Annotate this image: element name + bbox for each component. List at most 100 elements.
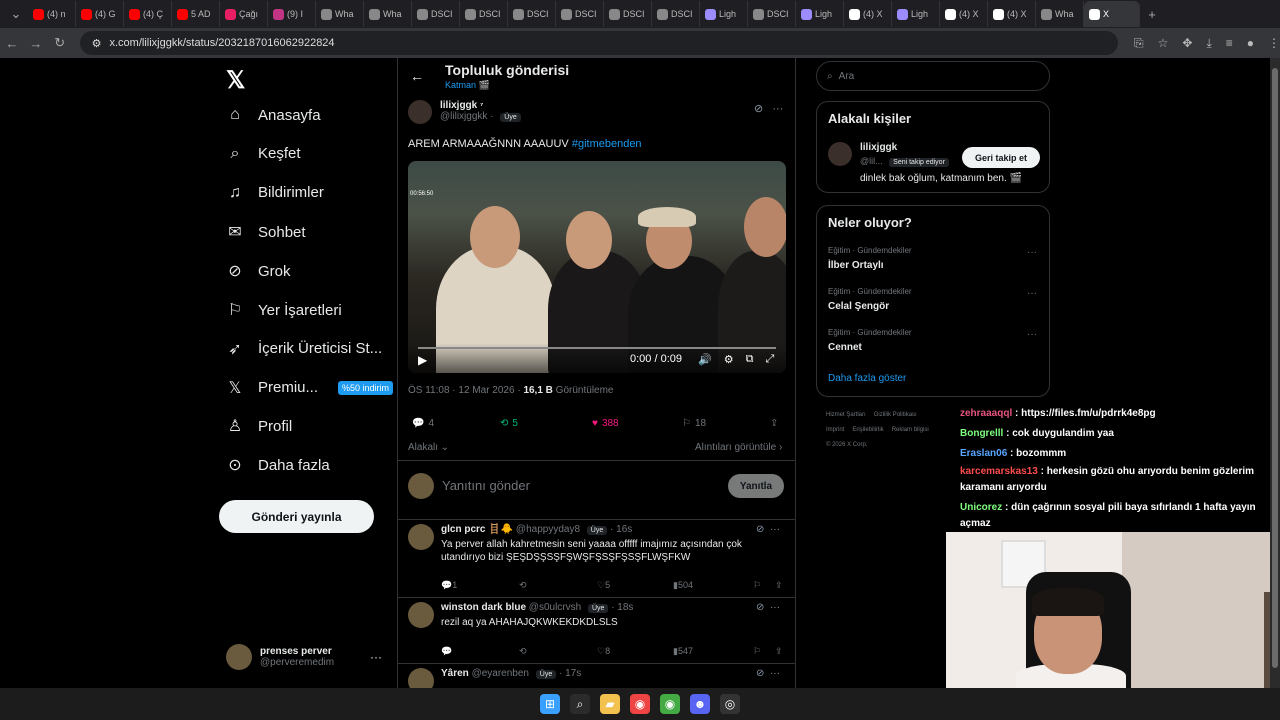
browser-tab[interactable]: DSCI — [652, 1, 700, 27]
media-icon[interactable]: ≡ — [1226, 36, 1233, 51]
forward-arrow-icon[interactable]: → — [24, 36, 48, 51]
like-action[interactable]: ♥ 388 — [592, 418, 619, 429]
browser-tab[interactable]: Çağı — [220, 1, 268, 27]
fullscreen-icon[interactable]: ⤢ — [765, 353, 774, 366]
footer-link[interactable]: Gizlilik Politikası — [874, 412, 917, 418]
search-icon[interactable]: ⌕ — [570, 694, 590, 714]
bookmark-icon[interactable]: ⚐ — [753, 646, 761, 657]
reply-action[interactable]: 💬 4 — [412, 418, 434, 429]
bookmark-star-icon[interactable]: ☆ — [1158, 36, 1169, 51]
avatar[interactable] — [408, 602, 434, 628]
pip-icon[interactable]: ⧉ — [746, 353, 754, 366]
folder-icon[interactable]: ▰ — [600, 694, 620, 714]
url-input[interactable]: ⚙ x.com/lilixjggkk/status/20321870160629… — [79, 31, 1118, 55]
browser-tab[interactable]: DSCI — [412, 1, 460, 27]
browser-tab[interactable]: (9) I — [268, 1, 316, 27]
browser-tab[interactable]: Ligh — [892, 1, 940, 27]
person-handle[interactable]: @lil... — [860, 156, 883, 166]
new-tab-icon[interactable]: + — [1140, 7, 1164, 22]
share-icon[interactable]: ⇪ — [770, 418, 778, 429]
grok-icon[interactable]: ⊘ — [756, 524, 764, 535]
bookmark-action[interactable]: ⚐ 18 — [682, 418, 706, 429]
nav-item[interactable]: ⌕ Keşfet — [226, 145, 301, 163]
grok-icon[interactable]: ⊘ — [756, 602, 764, 613]
nav-item[interactable]: ♫ Bildirimler — [226, 184, 324, 202]
nav-item[interactable]: ⌂ Anasayfa — [226, 106, 320, 124]
browser-tab[interactable]: (4) G — [76, 1, 124, 27]
obs-icon[interactable]: ◎ — [720, 694, 740, 714]
chrome-icon[interactable]: ◉ — [660, 694, 680, 714]
reply-time[interactable]: · 16s — [610, 524, 632, 535]
more-dots-icon[interactable]: ··· — [1027, 329, 1037, 340]
more-dots-icon[interactable]: ··· — [772, 103, 783, 115]
footer-link[interactable]: Hizmet Şartları — [826, 412, 866, 418]
more-dots-icon[interactable]: ··· — [1027, 288, 1037, 299]
nav-item[interactable]: ⚐ Yer İşaretleri — [226, 300, 342, 320]
footer-link[interactable]: © 2026 X Corp. — [826, 442, 867, 448]
reply-input[interactable]: Yanıtını gönder — [442, 478, 530, 493]
sort-relevant[interactable]: Alakalı ⌄ — [408, 442, 449, 453]
repost-action[interactable]: ⟲ 5 — [500, 418, 518, 429]
share-icon[interactable]: ⇪ — [775, 580, 783, 591]
volume-icon[interactable]: 🔊 — [698, 353, 712, 366]
avatar[interactable] — [408, 100, 432, 124]
share-icon[interactable]: ⇪ — [775, 646, 783, 657]
browser-tab[interactable]: DSCI — [460, 1, 508, 27]
video-progress-bar[interactable] — [418, 347, 776, 349]
footer-link[interactable]: Erişilebilirlik — [852, 427, 883, 433]
profile-icon[interactable]: ● — [1247, 36, 1254, 51]
reply-icon[interactable]: 💬 1 — [441, 580, 457, 591]
footer-link[interactable]: Imprint — [826, 427, 844, 433]
windows-icon[interactable]: ⊞ — [540, 694, 560, 714]
more-dots-icon[interactable]: ··· — [1027, 247, 1037, 258]
quotes-link[interactable]: Alıntıları görüntüle › — [695, 442, 782, 453]
reply-icon[interactable]: 💬 — [441, 646, 452, 657]
scrollbar[interactable] — [1270, 58, 1280, 688]
browser-tab[interactable]: DSCI — [748, 1, 796, 27]
reply-author-handle[interactable]: @happyyday8 — [516, 524, 580, 535]
reply-author-name[interactable]: winston dark blue — [441, 602, 526, 613]
browser-tab[interactable]: Wha — [1036, 1, 1084, 27]
account-switcher[interactable]: prenses perver @perveremedim ··· — [226, 644, 382, 670]
author-handle[interactable]: @lilixjggkk — [440, 111, 487, 122]
trend-item[interactable]: Eğitim · Gündemdekiler İlber Ortaylı — [828, 246, 912, 271]
nav-item[interactable]: 𝕏 Premiu... %50 indirim — [226, 378, 394, 398]
more-dots-icon[interactable]: ··· — [770, 524, 780, 535]
back-arrow-icon[interactable]: ← — [0, 36, 24, 51]
reply-author-name[interactable]: glcn pcrc 🪜🐥 — [441, 524, 513, 535]
browser-tab[interactable]: DSCI — [556, 1, 604, 27]
avatar[interactable] — [408, 524, 434, 550]
reload-icon[interactable]: ↻ — [48, 35, 72, 51]
repost-icon[interactable]: ⟲ — [519, 580, 527, 591]
more-dots-icon[interactable]: ··· — [770, 668, 780, 679]
browser-tab[interactable]: (4) X — [988, 1, 1036, 27]
browser-tab[interactable]: (4) n — [28, 1, 76, 27]
community-link[interactable]: Katman 🎬 — [445, 80, 490, 91]
browser-tab[interactable]: Ligh — [796, 1, 844, 27]
play-icon[interactable]: ▶ — [418, 353, 427, 367]
bookmark-icon[interactable]: ⚐ — [753, 580, 761, 591]
trend-item[interactable]: Eğitim · Gündemdekiler Cennet — [828, 328, 912, 353]
trend-item[interactable]: Eğitim · Gündemdekiler Celal Şengör — [828, 287, 912, 312]
browser-tab[interactable]: (4) X — [940, 1, 988, 27]
browser-tab[interactable]: (4) Ç — [124, 1, 172, 27]
reply-author-handle[interactable]: @eyarenben — [472, 668, 529, 679]
browser-tab[interactable]: Wha — [364, 1, 412, 27]
nav-item[interactable]: ✉ Sohbet — [226, 222, 305, 242]
author-name[interactable]: lilixjggk — [440, 100, 477, 111]
show-more-link[interactable]: Daha fazla göster — [828, 373, 906, 384]
back-arrow-icon[interactable]: ← — [410, 68, 424, 84]
grok-icon[interactable]: ⊘ — [754, 103, 763, 115]
avatar[interactable] — [828, 142, 852, 166]
reply-author-handle[interactable]: @s0ulcrvsh — [529, 602, 581, 613]
reply-time[interactable]: · 17s — [559, 668, 581, 679]
reply-post[interactable]: glcn pcrc 🪜🐥 @happyyday8 Üye · 16s ⊘ ··· Y… — [398, 520, 795, 598]
grok-icon[interactable]: ⊘ — [756, 668, 764, 679]
browser-tab[interactable]: X — [1084, 1, 1140, 27]
reply-author-name[interactable]: Yâren — [441, 668, 469, 679]
scrollbar-thumb[interactable] — [1272, 68, 1278, 668]
footer-link[interactable]: Reklam bilgisi — [892, 427, 929, 433]
x-logo-icon[interactable]: 𝕏 — [226, 66, 245, 95]
nav-item[interactable]: ⊙ Daha fazla — [226, 455, 329, 475]
install-icon[interactable]: ⎘ — [1134, 36, 1144, 51]
